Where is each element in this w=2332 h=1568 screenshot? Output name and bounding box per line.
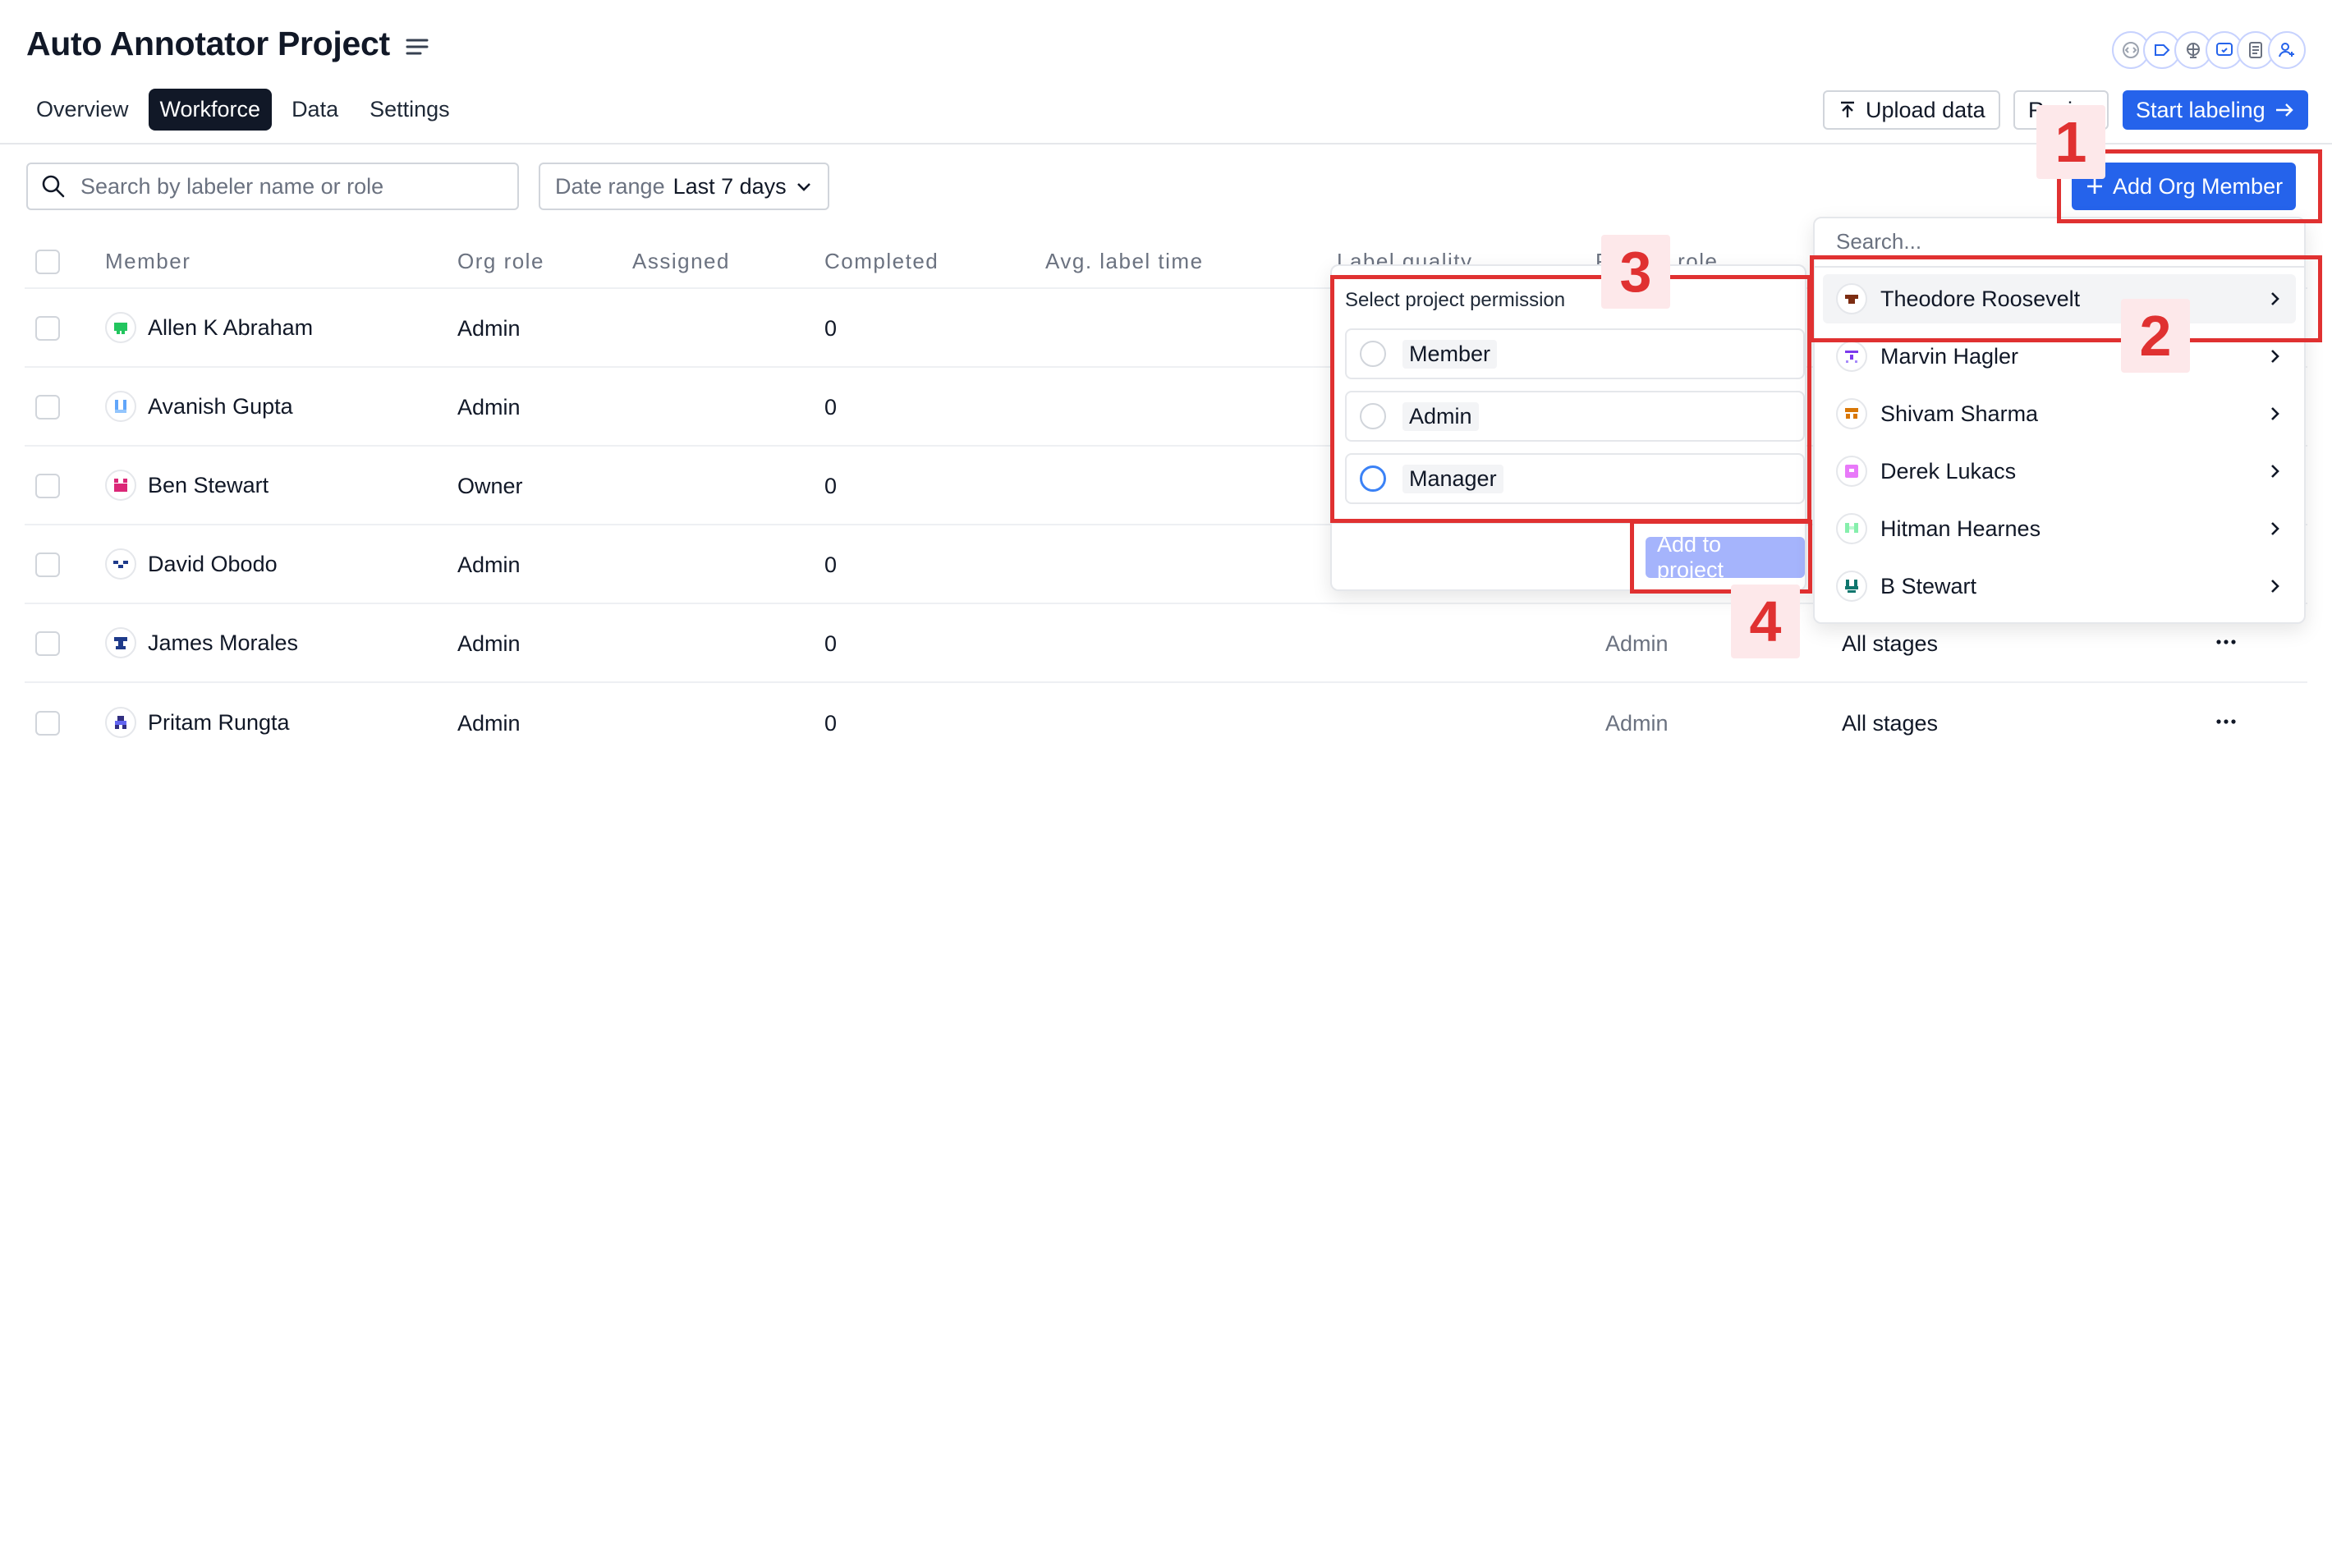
org-role: Admin bbox=[457, 552, 521, 577]
column-avg-label-time: Avg. label time bbox=[1045, 249, 1204, 273]
completed-count: 0 bbox=[824, 631, 838, 656]
column-completed: Completed bbox=[824, 249, 939, 273]
annotation-badge-2: 2 bbox=[2121, 299, 2190, 373]
start-labeling-button[interactable]: Start labeling bbox=[2123, 90, 2308, 130]
row-checkbox[interactable] bbox=[35, 395, 60, 420]
org-role: Admin bbox=[457, 631, 521, 656]
dropdown-item-derek-lukacs[interactable]: Derek Lukacs bbox=[1823, 447, 2296, 496]
member-name: Pritam Rungta bbox=[148, 709, 290, 735]
date-range-label: Date range bbox=[555, 173, 665, 199]
tab-settings[interactable]: Settings bbox=[358, 89, 461, 131]
annotation-box-2 bbox=[1810, 255, 2322, 342]
table-row-member[interactable]: James Morales bbox=[105, 627, 298, 658]
dropdown-item-name: Marvin Hagler bbox=[1880, 343, 2019, 369]
column-assigned: Assigned bbox=[632, 249, 730, 273]
row-divider bbox=[25, 681, 2307, 683]
dropdown-item-hitman-hearnes[interactable]: Hitman Hearnes bbox=[1823, 504, 2296, 553]
table-row-member[interactable]: Avanish Gupta bbox=[105, 391, 293, 422]
row-checkbox[interactable] bbox=[35, 552, 60, 577]
row-checkbox[interactable] bbox=[35, 474, 60, 498]
annotation-badge-4: 4 bbox=[1731, 585, 1800, 658]
avatar bbox=[1836, 513, 1867, 544]
dropdown-item-name: B Stewart bbox=[1880, 573, 1977, 598]
row-checkbox[interactable] bbox=[35, 316, 60, 341]
project-tabs: Overview Workforce Data Settings bbox=[25, 89, 461, 131]
completed-count: 0 bbox=[824, 316, 838, 341]
tab-overview[interactable]: Overview bbox=[25, 89, 140, 131]
member-name: Avanish Gupta bbox=[148, 393, 293, 419]
chevron-down-icon bbox=[796, 183, 810, 191]
completed-count: 0 bbox=[824, 552, 838, 577]
upload-data-button[interactable]: Upload data bbox=[1823, 90, 2000, 130]
avatar bbox=[1836, 341, 1867, 372]
column-member: Member bbox=[105, 249, 191, 273]
upload-icon bbox=[1841, 101, 1854, 117]
dropdown-item-name: Derek Lukacs bbox=[1880, 458, 2017, 484]
arrow-right-icon bbox=[2275, 103, 2293, 117]
avatar bbox=[105, 312, 136, 343]
annotation-box-4 bbox=[1630, 520, 1812, 594]
start-labeling-label: Start labeling bbox=[2136, 97, 2265, 122]
org-role: Admin bbox=[457, 711, 521, 736]
annotation-badge-1: 1 bbox=[2036, 105, 2105, 179]
member-name: Ben Stewart bbox=[148, 472, 269, 497]
chevron-right-icon bbox=[2271, 407, 2279, 420]
date-range-value: Last 7 days bbox=[673, 173, 787, 199]
chevron-right-icon bbox=[2271, 465, 2279, 478]
add-user-icon[interactable] bbox=[2268, 31, 2306, 69]
annotation-box-3 bbox=[1330, 275, 1811, 523]
avatar bbox=[105, 548, 136, 580]
more-options-icon[interactable] bbox=[2214, 632, 2238, 652]
tab-data[interactable]: Data bbox=[280, 89, 350, 131]
search-input[interactable] bbox=[79, 172, 493, 200]
member-name: James Morales bbox=[148, 630, 299, 655]
dropdown-item-b-stewart[interactable]: B Stewart bbox=[1823, 562, 2296, 611]
chevron-right-icon bbox=[2271, 580, 2279, 593]
annotation-badge-3: 3 bbox=[1601, 235, 1670, 309]
upload-data-label: Upload data bbox=[1866, 97, 1985, 122]
header-divider bbox=[0, 143, 2332, 144]
avatar bbox=[105, 627, 136, 658]
header-icon-group bbox=[2112, 31, 2306, 69]
stages[interactable]: All stages bbox=[1842, 711, 1938, 736]
avatar bbox=[105, 391, 136, 422]
avatar bbox=[1836, 398, 1867, 429]
member-name: David Obodo bbox=[148, 551, 278, 576]
tab-workforce[interactable]: Workforce bbox=[148, 89, 273, 131]
table-row-member[interactable]: Allen K Abraham bbox=[105, 312, 313, 343]
row-checkbox[interactable] bbox=[35, 631, 60, 656]
table-row-member[interactable]: Ben Stewart bbox=[105, 470, 269, 501]
avatar bbox=[105, 707, 136, 738]
org-role: Admin bbox=[457, 395, 521, 420]
avatar bbox=[1836, 571, 1867, 602]
column-org-role: Org role bbox=[457, 249, 544, 273]
stages[interactable]: All stages bbox=[1842, 631, 1938, 657]
chevron-right-icon bbox=[2271, 350, 2279, 363]
avatar bbox=[1836, 456, 1867, 487]
table-row-member[interactable]: Pritam Rungta bbox=[105, 707, 290, 738]
completed-count: 0 bbox=[824, 474, 838, 498]
labeler-search[interactable] bbox=[26, 163, 519, 210]
dropdown-item-name: Hitman Hearnes bbox=[1880, 516, 2041, 541]
dropdown-item-shivam-sharma[interactable]: Shivam Sharma bbox=[1823, 389, 2296, 438]
project-role[interactable]: Admin bbox=[1605, 631, 1669, 657]
date-range-dropdown[interactable]: Date range Last 7 days bbox=[539, 163, 829, 210]
completed-count: 0 bbox=[824, 711, 838, 736]
page-title: Auto Annotator Project bbox=[26, 25, 390, 62]
dropdown-item-name: Shivam Sharma bbox=[1880, 401, 2039, 426]
member-search-input[interactable] bbox=[1834, 228, 2281, 255]
project-role[interactable]: Admin bbox=[1605, 711, 1669, 736]
row-checkbox[interactable] bbox=[35, 711, 60, 736]
select-all-checkbox[interactable] bbox=[35, 250, 60, 274]
org-role: Owner bbox=[457, 474, 523, 498]
completed-count: 0 bbox=[824, 395, 838, 420]
member-name: Allen K Abraham bbox=[148, 314, 314, 340]
org-role: Admin bbox=[457, 316, 521, 341]
title-menu-icon[interactable] bbox=[406, 38, 429, 56]
chevron-right-icon bbox=[2271, 522, 2279, 535]
table-row-member[interactable]: David Obodo bbox=[105, 548, 278, 580]
search-icon bbox=[42, 175, 65, 198]
more-options-icon[interactable] bbox=[2214, 712, 2238, 731]
avatar bbox=[105, 470, 136, 501]
